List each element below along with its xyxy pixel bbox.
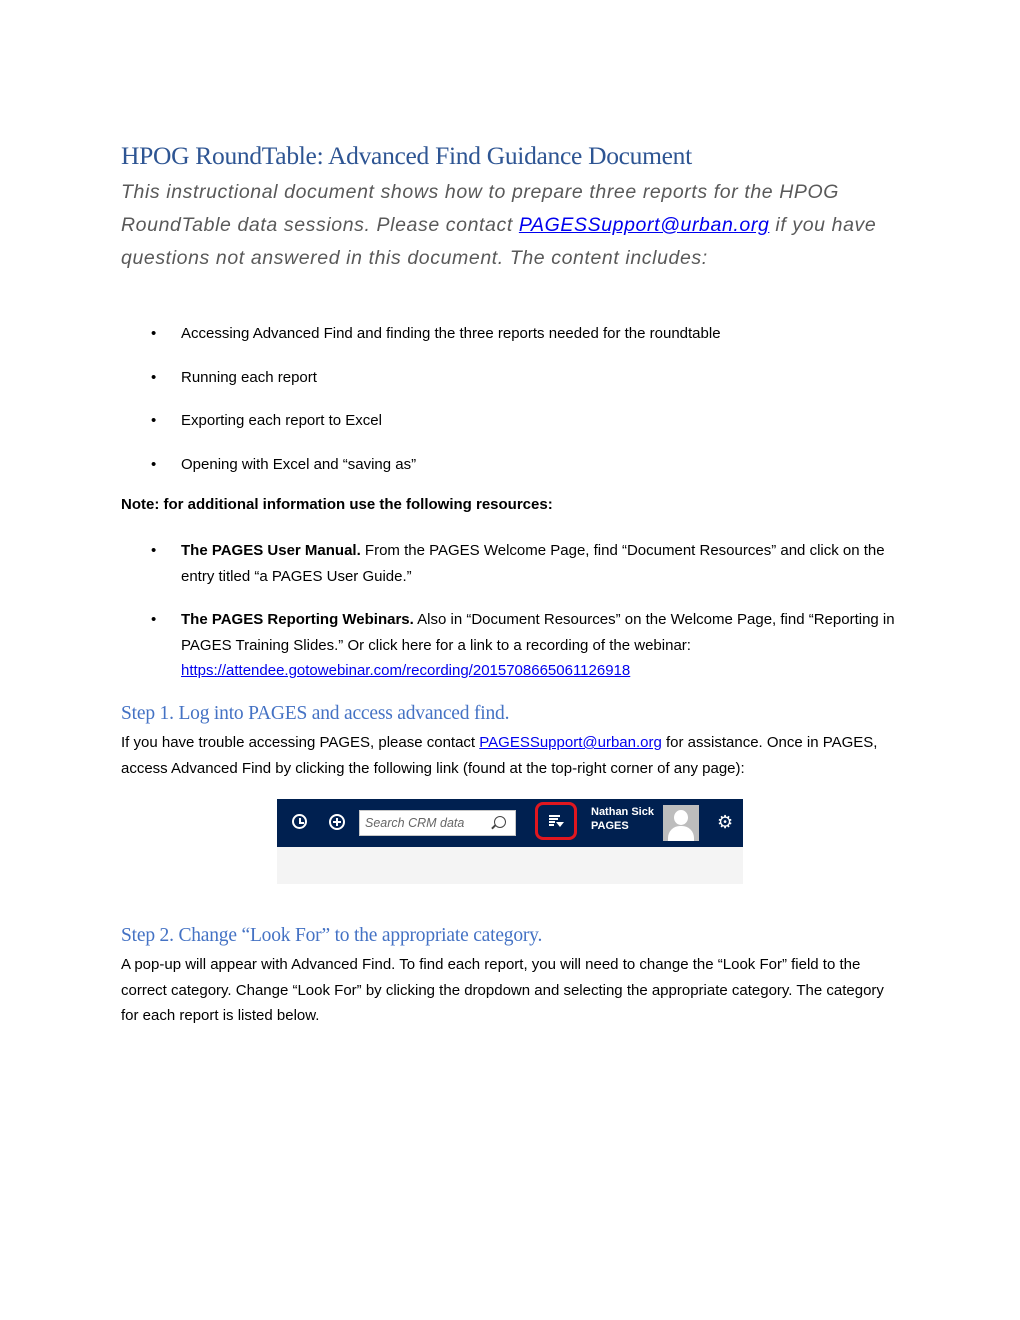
support-email-link[interactable]: PAGESSupport@urban.org bbox=[519, 214, 770, 236]
user-info[interactable]: Nathan Sick PAGES bbox=[591, 805, 654, 833]
advanced-find-button[interactable] bbox=[535, 802, 577, 840]
create-plus-icon[interactable] bbox=[329, 814, 345, 830]
list-item: • Exporting each report to Excel bbox=[121, 408, 901, 452]
gear-icon[interactable]: ⚙ bbox=[717, 812, 733, 832]
list-item: • Running each report bbox=[121, 365, 901, 409]
bullet-icon: • bbox=[151, 412, 157, 430]
resource-item-user-manual: • The PAGES User Manual. From the PAGES W… bbox=[121, 538, 901, 607]
resource-item-webinars: • The PAGES Reporting Webinars. Also in “… bbox=[121, 607, 901, 684]
document-title: HPOG RoundTable: Advanced Find Guidance … bbox=[121, 141, 692, 170]
step2-text: A pop-up will appear with Advanced Find.… bbox=[121, 956, 884, 1024]
step1-support-email-link[interactable]: PAGESSupport@urban.org bbox=[479, 734, 662, 751]
avatar[interactable] bbox=[663, 805, 699, 841]
bullet-icon: • bbox=[151, 611, 157, 628]
crm-navbar-screenshot: Nathan Sick PAGES ⚙ bbox=[277, 799, 743, 884]
bullet-icon: • bbox=[151, 542, 157, 559]
list-item: • Accessing Advanced Find and finding the… bbox=[121, 321, 901, 365]
crm-navbar: Nathan Sick PAGES ⚙ bbox=[277, 799, 743, 847]
bullet-icon: • bbox=[151, 455, 157, 473]
content-list: • Accessing Advanced Find and finding the… bbox=[121, 321, 901, 495]
search-box[interactable] bbox=[359, 810, 516, 836]
recent-clock-icon[interactable] bbox=[292, 814, 307, 829]
webinar-recording-link[interactable]: https://attendee.gotowebinar.com/recordi… bbox=[181, 662, 630, 679]
step1-text: If you have trouble accessing PAGES, ple… bbox=[121, 734, 878, 777]
resources-list: • The PAGES User Manual. From the PAGES W… bbox=[121, 538, 901, 684]
list-item: • Opening with Excel and “saving as” bbox=[121, 452, 901, 496]
resources-note: Note: for additional information use the… bbox=[121, 496, 553, 513]
search-icon[interactable] bbox=[494, 816, 506, 828]
user-name: Nathan Sick bbox=[591, 806, 654, 818]
step2-heading: Step 2. Change “Look For” to the appropr… bbox=[121, 925, 543, 946]
step1-heading: Step 1. Log into PAGES and access advanc… bbox=[121, 703, 510, 724]
bullet-icon: • bbox=[151, 325, 157, 342]
advanced-find-icon bbox=[549, 815, 564, 828]
user-org: PAGES bbox=[591, 820, 629, 832]
document-intro: This instructional document shows how to… bbox=[121, 176, 901, 275]
bullet-icon: • bbox=[151, 368, 157, 386]
search-input[interactable] bbox=[365, 812, 485, 834]
